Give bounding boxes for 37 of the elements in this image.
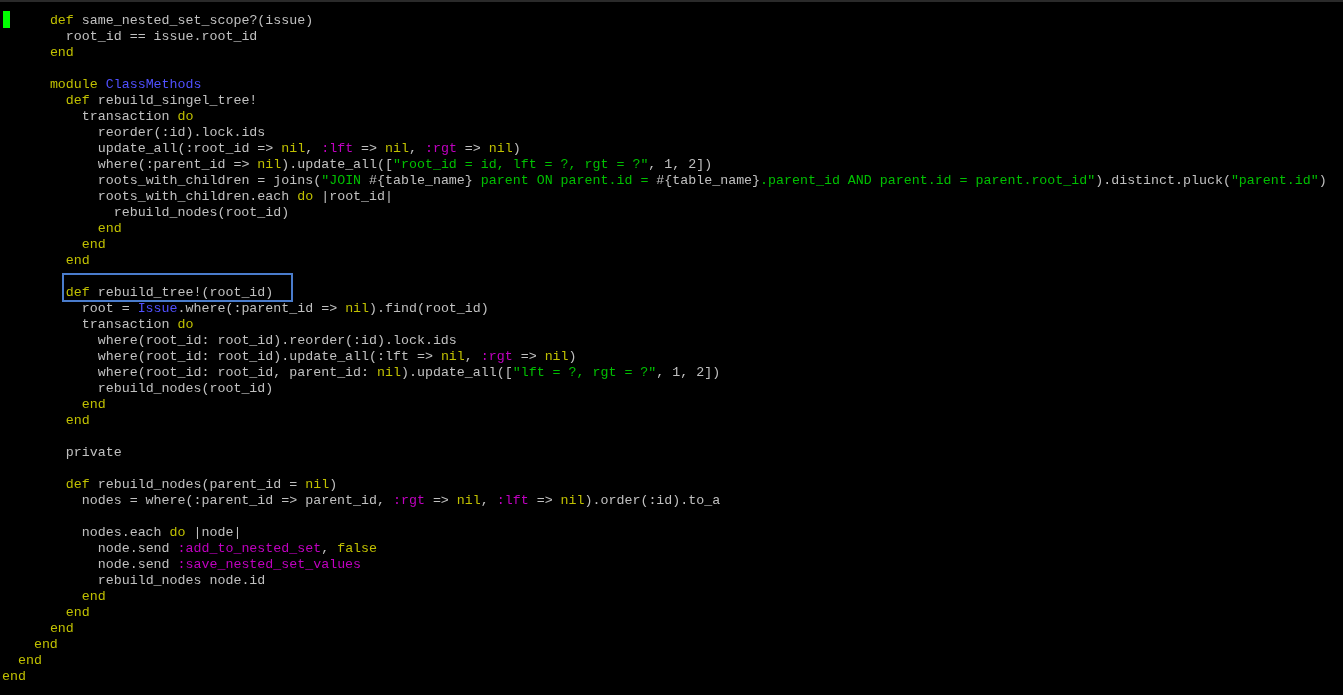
code-line: transaction do xyxy=(81,109,194,125)
code-line: where(:parent_id => nil).update_all(["root_id = id, lft = ?, rgt = ?", 1, 2]) xyxy=(97,157,713,173)
code-line: def rebuild_tree!(root_id) xyxy=(65,285,274,301)
code-line: roots_with_children = joins("JOIN #{table_name} parent ON parent.id = #{table_name}.parent_id AND parent.id = parent.root_id").distinct.pluck("parent.id") xyxy=(97,173,1327,189)
code-line: root_id == issue.root_id xyxy=(65,29,258,45)
code-line: node.send :save_nested_set_values xyxy=(97,557,362,573)
code-line: end xyxy=(33,637,58,653)
code-line: rebuild_nodes(root_id) xyxy=(113,205,290,221)
code-line: node.send :add_to_nested_set, false xyxy=(97,541,378,557)
code-line: roots_with_children.each do |root_id| xyxy=(97,189,393,205)
code-line: end xyxy=(2,669,26,685)
code-line: end xyxy=(65,413,90,429)
code-line: end xyxy=(81,397,106,413)
code-line: update_all(:root_id => nil, :lft => nil, :rgt => nil) xyxy=(97,141,521,157)
code-line: reorder(:id).lock.ids xyxy=(97,125,266,141)
code-line: end xyxy=(65,253,90,269)
code-line: private xyxy=(65,445,122,461)
code-line: def same_nested_set_scope?(issue) xyxy=(49,13,314,29)
code-line: end xyxy=(81,589,106,605)
code-line: def rebuild_singel_tree! xyxy=(65,93,258,109)
code-line: where(root_id: root_id, parent_id: nil).update_all(["lft = ?, rgt = ?", 1, 2]) xyxy=(97,365,721,381)
code-line: end xyxy=(49,45,74,61)
code-line: end xyxy=(81,237,106,253)
code-line: end xyxy=(49,621,74,637)
code-line: end xyxy=(65,605,90,621)
code-line: nodes = where(:parent_id => parent_id, :rgt => nil, :lft => nil).order(:id).to_a xyxy=(81,493,721,509)
code-line: where(root_id: root_id).reorder(:id).lock.ids xyxy=(97,333,457,349)
code-line: root = Issue.where(:parent_id => nil).find(root_id) xyxy=(81,301,489,317)
code-line: end xyxy=(97,221,122,237)
code-line: end xyxy=(17,653,42,669)
code-line: def rebuild_nodes(parent_id = nil) xyxy=(65,477,338,493)
code-line: rebuild_nodes node.id xyxy=(97,573,266,589)
code-line: transaction do xyxy=(81,317,194,333)
code-line: where(root_id: root_id).update_all(:lft => nil, :rgt => nil) xyxy=(97,349,577,365)
code-line: module ClassMethods xyxy=(49,77,202,93)
code-line: nodes.each do |node| xyxy=(81,525,242,541)
code-line: rebuild_nodes(root_id) xyxy=(97,381,274,397)
